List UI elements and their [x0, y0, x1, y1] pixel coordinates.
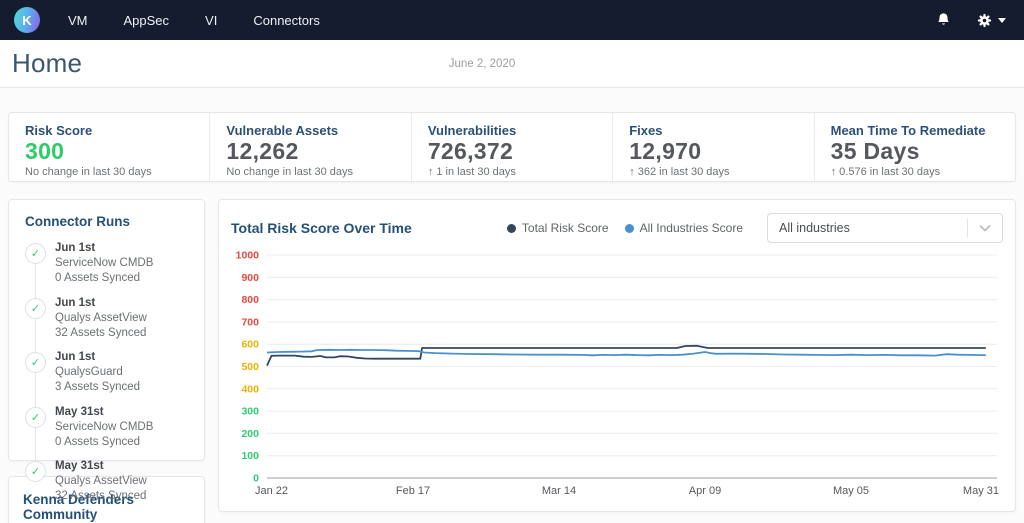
stat-change: No change in last 30 days [25, 166, 209, 178]
stat-vulnerable-assets: Vulnerable Assets12,262 No change in last… [209, 113, 410, 181]
legend-item-all-industries-score: All Industries Score [625, 221, 743, 235]
chevron-down-icon [968, 224, 1002, 232]
check-circle-icon: ✓ [25, 298, 46, 319]
run-connector-name: ServiceNow CMDB [55, 420, 153, 435]
connector-runs-timeline: ✓Jun 1stServiceNow CMDB0 Assets Synced✓J… [25, 241, 192, 505]
stat-value: 35 Days [831, 138, 1015, 164]
stat-change: ↑ 362 in last 30 days [629, 166, 813, 178]
connector-run-item: ✓ Jun 1stServiceNow CMDB0 Assets Synced [25, 241, 192, 287]
run-connector-name: QualysGuard [55, 365, 140, 380]
connector-run-item: ✓ Jun 1stQualys AssetView32 Assets Synced [25, 296, 192, 342]
stat-risk-score: Risk Score300 No change in last 30 days [9, 113, 209, 181]
y-tick-label: 700 [241, 316, 259, 328]
x-tick-label: Mar 14 [542, 485, 576, 497]
connector-runs-title: Connector Runs [25, 214, 192, 229]
y-tick-label: 300 [241, 406, 259, 418]
stat-value: 726,372 [428, 138, 612, 164]
nav-menu: VM AppSec VI Connectors [68, 13, 356, 28]
stat-change: ↑ 1 in last 30 days [428, 166, 612, 178]
run-connector-name: ServiceNow CMDB [55, 256, 153, 271]
stat-change: ↑ 0.576 in last 30 days [831, 166, 1015, 178]
run-date: Jun 1st [55, 296, 147, 311]
y-tick-label: 1000 [236, 250, 260, 262]
y-tick-label: 600 [241, 339, 259, 351]
stat-label: Mean Time To Remediate [831, 123, 1015, 138]
risk-chart-svg: 0 100 200 300 400 500 600 700 800 900 1000 Jan 22 Fe… [231, 247, 999, 501]
run-date: May 31st [55, 459, 147, 474]
y-tick-label: 900 [241, 272, 259, 284]
stat-label: Fixes [629, 123, 813, 138]
y-tick-label: 0 [253, 473, 259, 485]
stat-value: 12,262 [226, 138, 410, 164]
chart-legend: Total Risk Score All Industries Score [507, 221, 743, 235]
run-assets-synced: 0 Assets Synced [55, 435, 153, 450]
y-tick-label: 400 [241, 383, 259, 395]
check-circle-icon: ✓ [25, 407, 46, 428]
main-nav: K VM AppSec VI Connectors [0, 0, 1024, 40]
stats-summary-card: Risk Score300No change in last 30 daysVu… [8, 112, 1016, 182]
nav-item-appsec[interactable]: AppSec [124, 13, 170, 28]
page-date: June 2, 2020 [0, 58, 964, 70]
y-tick-label: 800 [241, 294, 259, 306]
stat-value: 12,970 [629, 138, 813, 164]
connector-run-item: ✓ Jun 1stQualysGuard3 Assets Synced [25, 350, 192, 396]
legend-label: All Industries Score [640, 221, 743, 235]
run-assets-synced: 32 Assets Synced [55, 489, 147, 504]
nav-item-connectors[interactable]: Connectors [253, 13, 319, 28]
chart-title: Total Risk Score Over Time [231, 220, 412, 236]
legend-dot-icon [625, 224, 634, 233]
run-date: May 31st [55, 405, 153, 420]
run-assets-synced: 0 Assets Synced [55, 271, 153, 286]
kenna-logo[interactable]: K [14, 7, 40, 33]
series-line-all-industries-score [267, 350, 986, 356]
stat-change: No change in last 30 days [226, 166, 410, 178]
settings-caret-icon [998, 18, 1006, 23]
connector-run-item: ✓ May 31stQualys AssetView32 Assets Synce… [25, 459, 192, 505]
stat-value: 300 [25, 138, 209, 164]
run-date: Jun 1st [55, 350, 140, 365]
settings-gear-icon[interactable] [976, 12, 1006, 29]
check-circle-icon: ✓ [25, 243, 46, 264]
stat-mean-time-to-remediate: Mean Time To Remediate35 Days ↑ 0.576 in … [814, 113, 1015, 181]
x-tick-label: Feb 17 [396, 485, 430, 497]
run-assets-synced: 3 Assets Synced [55, 380, 140, 395]
risk-score-chart-card: Total Risk Score Over Time Total Risk Sc… [218, 199, 1016, 512]
page-header: Home June 2, 2020 [0, 40, 1024, 88]
x-tick-label: Apr 09 [689, 485, 721, 497]
x-tick-label: May 31 [963, 485, 999, 497]
notifications-bell-icon[interactable] [935, 12, 952, 29]
industry-filter-value: All industries [779, 221, 967, 235]
y-tick-label: 100 [241, 450, 259, 462]
connector-run-item: ✓ May 31stServiceNow CMDB0 Assets Synced [25, 405, 192, 451]
stat-fixes: Fixes12,970 ↑ 362 in last 30 days [612, 113, 813, 181]
legend-item-total-risk-score: Total Risk Score [507, 221, 609, 235]
stat-label: Risk Score [25, 123, 209, 138]
run-connector-name: Qualys AssetView [55, 311, 147, 326]
stat-vulnerabilities: Vulnerabilities726,372 ↑ 1 in last 30 day… [411, 113, 612, 181]
industry-filter-dropdown[interactable]: All industries [767, 213, 1003, 243]
stat-label: Vulnerabilities [428, 123, 612, 138]
y-tick-label: 500 [241, 361, 259, 373]
run-date: Jun 1st [55, 241, 153, 256]
run-assets-synced: 32 Assets Synced [55, 326, 147, 341]
x-tick-label: Jan 22 [255, 485, 288, 497]
nav-item-vm[interactable]: VM [68, 13, 88, 28]
stat-label: Vulnerable Assets [226, 123, 410, 138]
y-tick-label: 200 [241, 428, 259, 440]
connector-runs-card: Connector Runs ✓Jun 1stServiceNow CMDB0 … [8, 199, 205, 461]
legend-label: Total Risk Score [522, 221, 609, 235]
x-tick-label: May 05 [833, 485, 869, 497]
run-connector-name: Qualys AssetView [55, 474, 147, 489]
nav-item-vi[interactable]: VI [205, 13, 217, 28]
check-circle-icon: ✓ [25, 461, 46, 482]
legend-dot-icon [507, 224, 516, 233]
check-circle-icon: ✓ [25, 352, 46, 373]
